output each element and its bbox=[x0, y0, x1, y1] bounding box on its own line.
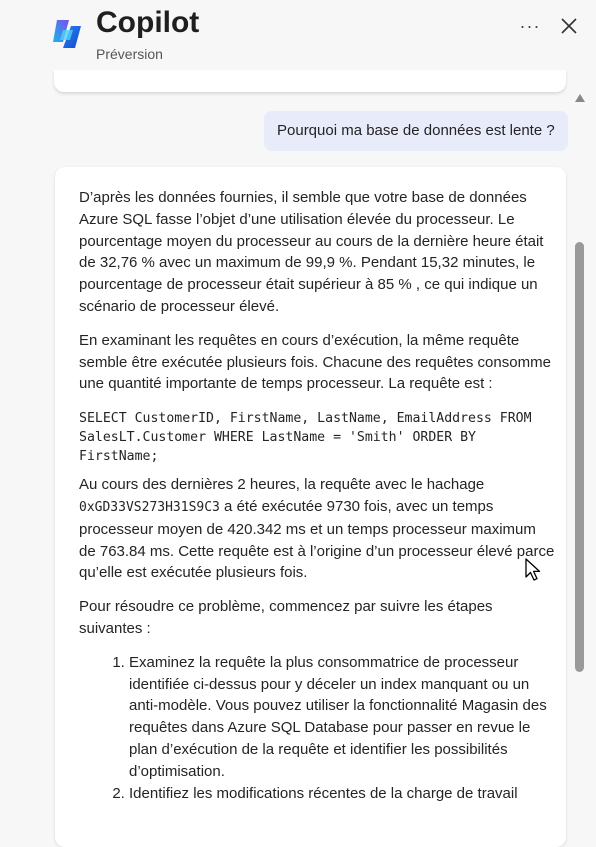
query-hash: 0xGD33VS273H31S9C3 bbox=[79, 499, 220, 515]
previous-message-card bbox=[54, 70, 566, 92]
app-title: Copilot bbox=[96, 6, 200, 39]
scroll-up-arrow-icon[interactable] bbox=[575, 94, 585, 102]
header: Copilot Préversion ··· bbox=[0, 0, 596, 80]
assistant-reply: D’après les données fournies, il semble … bbox=[79, 187, 555, 804]
step-item: Identifiez les modifications récentes de… bbox=[129, 783, 555, 805]
mouse-cursor-icon bbox=[525, 558, 541, 581]
assistant-reply-card: D’après les données fournies, il semble … bbox=[55, 167, 566, 847]
steps-list: Examinez la requête la plus consommatric… bbox=[79, 652, 555, 805]
user-message: Pourquoi ma base de données est lente ? bbox=[264, 111, 568, 151]
close-icon[interactable] bbox=[557, 14, 581, 38]
sql-code-block: SELECT CustomerID, FirstName, LastName, … bbox=[79, 411, 540, 465]
scrollbar-thumb[interactable] bbox=[575, 242, 584, 672]
step-item: Examinez la requête la plus consommatric… bbox=[129, 652, 555, 783]
copilot-logo-icon bbox=[53, 20, 81, 48]
reply-paragraph: Au cours des dernières 2 heures, la requ… bbox=[79, 474, 555, 584]
more-options-button[interactable]: ··· bbox=[518, 14, 542, 38]
reply-paragraph: D’après les données fournies, il semble … bbox=[79, 189, 544, 315]
reply-paragraph: Pour résoudre ce problème, commencez par… bbox=[79, 598, 493, 637]
app-subtitle: Préversion bbox=[96, 46, 163, 62]
reply-paragraph: En examinant les requêtes en cours d’exé… bbox=[79, 331, 551, 393]
reply-text: Au cours des dernières 2 heures, la requ… bbox=[79, 476, 485, 494]
